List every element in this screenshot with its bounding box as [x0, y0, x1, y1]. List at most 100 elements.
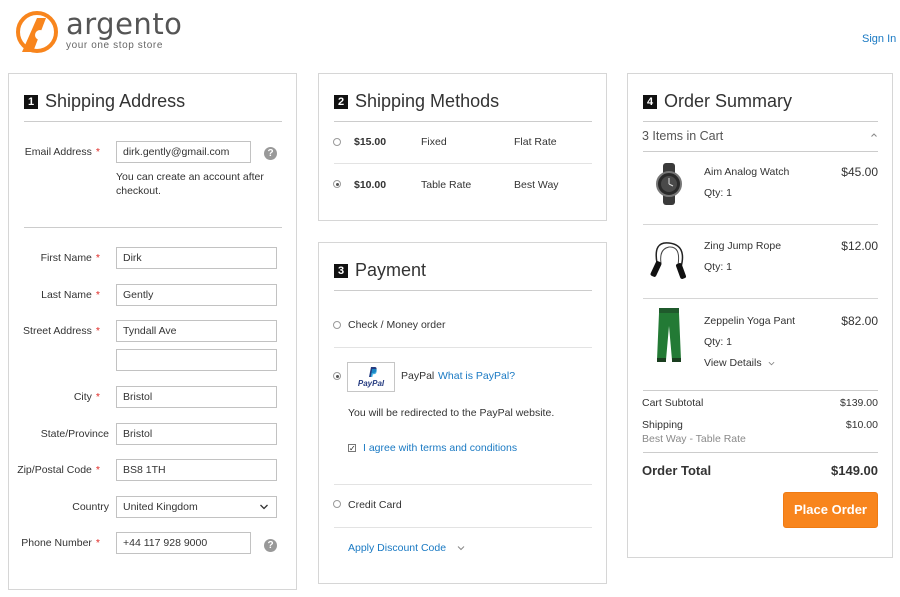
divider	[334, 163, 592, 164]
divider	[24, 227, 282, 228]
state-province-label: State/Province	[40, 428, 109, 440]
last-name-field[interactable]: Gently	[116, 284, 277, 306]
city-label: City *	[73, 391, 100, 403]
subtotal-value: $139.00	[840, 397, 878, 409]
section-title: Order Summary	[664, 91, 793, 111]
cart-item-qty: Qty: 1	[704, 187, 733, 199]
credit-card-radio[interactable]	[333, 500, 341, 508]
section-title: Payment	[355, 260, 427, 280]
watch-icon	[656, 163, 682, 205]
cart-item-name: Zing Jump Rope	[704, 240, 782, 252]
paypal-radio-selected[interactable]	[333, 372, 341, 380]
method-title: Fixed	[421, 136, 447, 148]
section-title: Shipping Address	[45, 91, 186, 111]
what-is-paypal-link[interactable]: What is PayPal?	[438, 370, 515, 382]
brand-tagline: your one stop store	[66, 40, 164, 51]
subtotal-label: Cart Subtotal	[642, 397, 704, 409]
divider	[334, 121, 592, 122]
check-money-order-radio[interactable]	[333, 321, 341, 329]
carrier-title: Flat Rate	[514, 136, 557, 148]
first-name-field[interactable]: Dirk	[116, 247, 277, 269]
check-money-order-label[interactable]: Check / Money order	[348, 319, 445, 331]
street-address-line1-field[interactable]: Tyndall Ave	[116, 320, 277, 342]
jump-rope-icon	[650, 242, 686, 279]
brand-name: argento	[66, 7, 183, 41]
country-label: Country	[72, 501, 109, 513]
items-in-cart-toggle[interactable]: 3 Items in Cart	[642, 127, 878, 143]
shipping-method-radio[interactable]	[333, 138, 341, 146]
paypal-redirect-note: You will be redirected to the PayPal web…	[348, 407, 555, 419]
method-price: $15.00	[354, 136, 387, 148]
cart-item-name: Aim Analog Watch	[704, 166, 790, 178]
shipping-address-title: 1 Shipping Address	[24, 91, 185, 112]
country-select[interactable]: United Kingdom	[116, 496, 277, 518]
step-number: 2	[334, 94, 348, 109]
divider	[334, 484, 592, 485]
divider	[643, 224, 878, 225]
divider	[334, 290, 592, 291]
zip-label: Zip/Postal Code *	[17, 464, 100, 476]
yoga-pant-icon	[657, 308, 681, 362]
divider	[643, 298, 878, 299]
section-title: Shipping Methods	[355, 91, 500, 111]
divider	[643, 121, 878, 122]
cart-item-name: Zeppelin Yoga Pant	[704, 315, 796, 327]
argento-logo-icon	[16, 11, 58, 53]
cart-item-price: $12.00	[841, 239, 878, 253]
divider	[24, 121, 282, 122]
apply-discount-link[interactable]: Apply Discount Code	[348, 542, 465, 554]
cart-item-qty: Qty: 1	[704, 336, 733, 348]
method-title: Table Rate	[421, 179, 472, 191]
items-in-cart-label: 3 Items in Cart	[642, 129, 724, 143]
email-note: You can create an account after checkout…	[116, 171, 264, 197]
street-address-label: Street Address *	[23, 325, 100, 337]
email-field[interactable]: dirk.gently@gmail.com	[116, 141, 251, 163]
carrier-title: Best Way	[514, 179, 559, 191]
shipping-label: Shipping	[642, 419, 683, 431]
shipping-value: $10.00	[845, 419, 878, 431]
terms-checkbox[interactable]: ✓	[348, 444, 356, 453]
last-name-label: Last Name *	[41, 289, 100, 301]
place-order-button[interactable]: Place Order	[783, 492, 878, 528]
chevron-down-icon	[260, 504, 268, 510]
cart-item-qty: Qty: 1	[704, 261, 733, 273]
city-field[interactable]: Bristol	[116, 386, 277, 408]
cart-item-price: $82.00	[841, 314, 878, 328]
shipping-methods-title: 2 Shipping Methods	[334, 91, 499, 112]
phone-field[interactable]: +44 117 928 9000	[116, 532, 251, 554]
cart-item-price: $45.00	[841, 165, 878, 179]
first-name-label: First Name *	[40, 252, 100, 264]
chevron-down-icon	[768, 361, 774, 366]
order-total-value: $149.00	[831, 463, 878, 478]
shipping-method-radio-selected[interactable]	[333, 180, 341, 188]
divider	[643, 452, 878, 453]
zip-field[interactable]: BS8 1TH	[116, 459, 277, 481]
step-number: 4	[643, 94, 657, 109]
payment-title: 3 Payment	[334, 260, 426, 281]
divider	[643, 390, 878, 391]
divider	[334, 527, 592, 528]
order-summary-title: 4 Order Summary	[643, 91, 792, 112]
chevron-down-icon	[457, 546, 465, 551]
terms-link[interactable]: I agree with terms and conditions	[363, 442, 517, 454]
help-icon[interactable]: ?	[264, 147, 277, 160]
step-number: 1	[24, 94, 38, 109]
paypal-label[interactable]: PayPal	[401, 370, 434, 382]
phone-label: Phone Number *	[21, 537, 100, 549]
divider	[643, 151, 878, 152]
help-icon[interactable]: ?	[264, 539, 277, 552]
chevron-up-icon	[871, 133, 877, 137]
paypal-logo: PayPal	[347, 362, 395, 392]
paypal-logo-text: PayPal	[357, 379, 385, 388]
step-number: 3	[334, 263, 348, 278]
email-label: Email Address *	[24, 146, 100, 158]
view-details-toggle[interactable]: View Details	[704, 357, 775, 369]
credit-card-label[interactable]: Credit Card	[348, 499, 402, 511]
sign-in-link[interactable]: Sign In	[862, 33, 896, 45]
street-address-line2-field[interactable]	[116, 349, 277, 371]
divider	[334, 347, 592, 348]
method-price: $10.00	[354, 179, 387, 191]
shipping-method-name: Best Way - Table Rate	[642, 433, 746, 445]
country-selected-value: United Kingdom	[123, 501, 198, 513]
state-province-field[interactable]: Bristol	[116, 423, 277, 445]
